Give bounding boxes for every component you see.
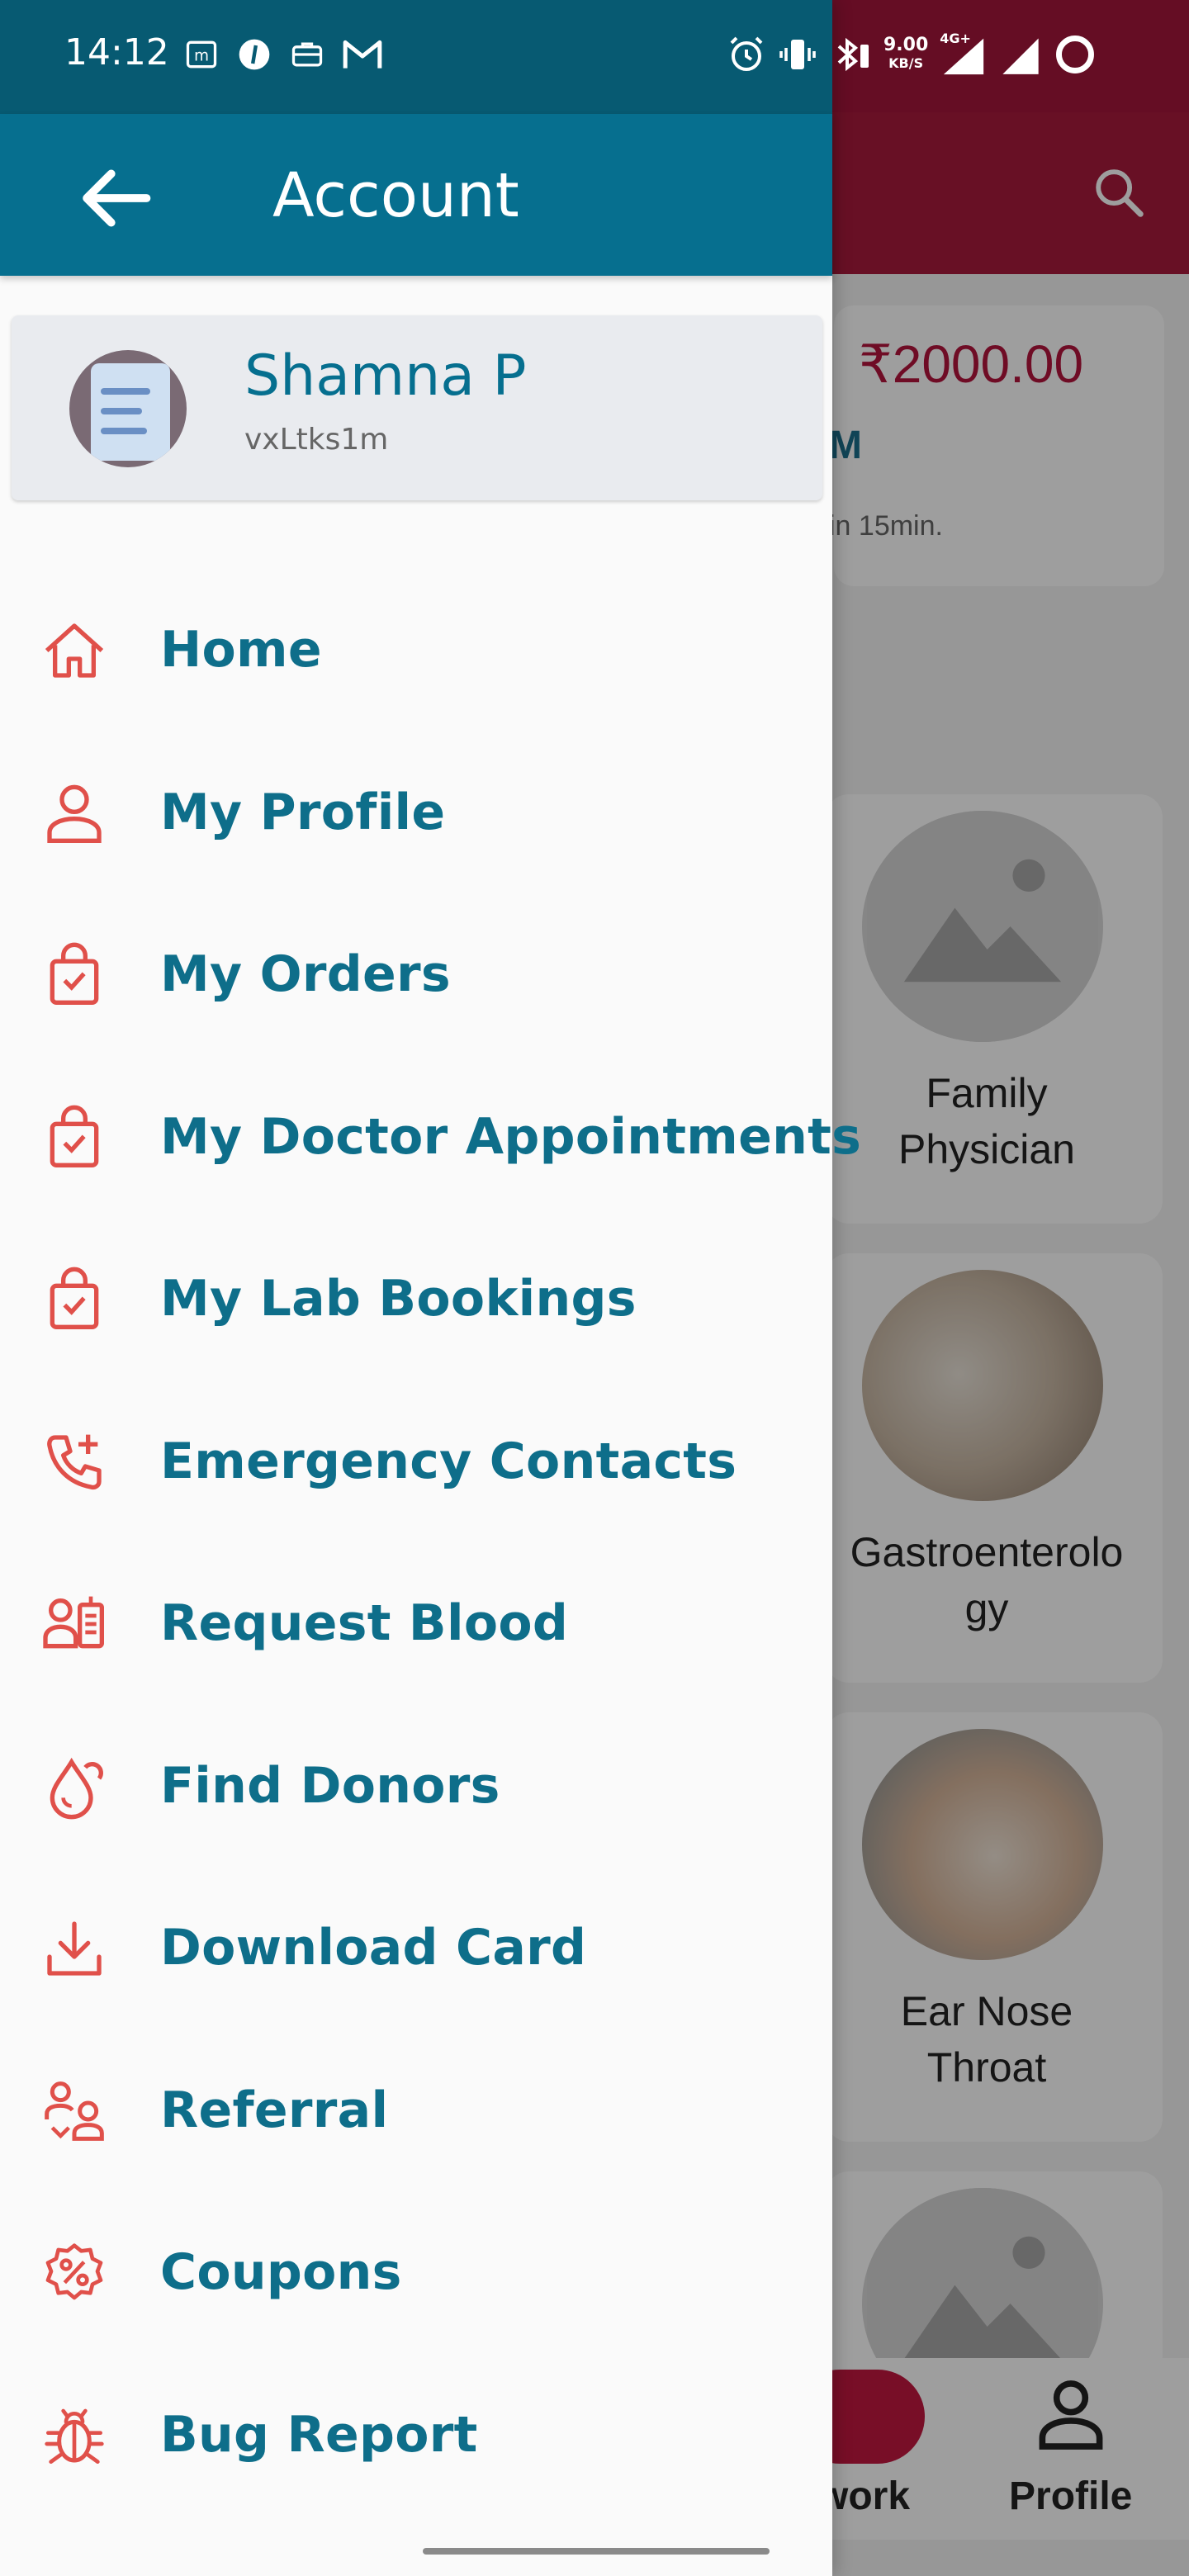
cell-signal-4g-icon: 4G+ [940, 31, 988, 75]
vibrate-icon [779, 40, 816, 69]
gmail-icon [343, 40, 382, 69]
briefcase-icon [291, 42, 323, 67]
profile-user-id: vxLtks1m [244, 423, 389, 457]
home-icon [45, 623, 104, 678]
referral-icon [45, 2081, 104, 2141]
shopping-bag-check-icon [50, 942, 99, 1005]
menu-item-emergency-contacts[interactable]: Emergency Contacts [0, 1409, 832, 1572]
status-bar: 14:12 m 9.00 KB/S 4G+ [0, 0, 1095, 114]
menu-item-request-blood[interactable]: Request Blood [0, 1571, 832, 1734]
phone-plus-icon [47, 1434, 102, 1489]
menu-item-find-donors[interactable]: Find Donors [0, 1734, 832, 1896]
alarm-icon [730, 36, 763, 71]
status-time: 14:12 [64, 31, 169, 73]
arrow-left-icon[interactable] [76, 165, 152, 231]
shopping-bag-check-icon [50, 1105, 99, 1167]
net-speed: 9.00 KB/S [883, 35, 929, 72]
app-bar: Account [0, 114, 832, 276]
blood-request-icon [43, 1596, 104, 1649]
menu-item-label: My Doctor Appointments [160, 1107, 862, 1166]
menu-item-doctor-appointments[interactable]: My Doctor Appointments [0, 1085, 861, 1248]
gesture-navigation-bar[interactable] [423, 2548, 770, 2555]
navigation-drawer: 14:12 m 9.00 KB/S 4G+ Account Shamna P v… [0, 0, 1095, 2576]
menu-item-my-profile[interactable]: My Profile [0, 760, 832, 923]
download-icon [47, 1921, 102, 1976]
menu-item-home[interactable]: Home [0, 598, 832, 760]
menu-item-label: Find Donors [160, 1756, 500, 1815]
avatar [69, 350, 187, 467]
menu-item-my-orders[interactable]: My Orders [0, 922, 832, 1085]
menu-item-coupons[interactable]: Coupons [0, 2220, 832, 2383]
menu-item-bug-report[interactable]: Bug Report [0, 2383, 832, 2545]
bluetooth-battery-icon [837, 37, 869, 72]
menu-item-label: My Profile [160, 783, 446, 841]
menu-item-label: My Lab Bookings [160, 1270, 637, 1328]
app-i-icon [239, 39, 270, 70]
system-status-icons: 9.00 KB/S 4G+ [727, 30, 1097, 79]
svg-text:m: m [194, 47, 209, 64]
profile-card[interactable]: Shamna P vxLtks1m [12, 315, 822, 500]
menu-item-label: Referral [160, 2081, 389, 2139]
bug-icon [45, 2408, 104, 2464]
cell-signal-icon [1002, 38, 1039, 74]
blood-drop-icon [50, 1757, 103, 1819]
page-title: Account [272, 160, 519, 231]
menu-item-label: My Orders [160, 945, 451, 1003]
menu-item-label: Home [160, 621, 322, 679]
menu-item-label: Download Card [160, 1919, 587, 1977]
percent-badge-icon [45, 2243, 103, 2300]
app-m-icon: m [186, 40, 217, 69]
notification-icons: m [183, 31, 383, 78]
menu-item-label: Coupons [160, 2243, 402, 2301]
menu-item-label: Bug Report [160, 2405, 478, 2464]
profile-name: Shamna P [244, 343, 527, 409]
shopping-bag-check-icon [50, 1267, 99, 1329]
battery-ring-icon [1056, 36, 1095, 73]
menu-item-label: Emergency Contacts [160, 1432, 737, 1490]
person-icon [47, 784, 102, 843]
menu-item-lab-bookings[interactable]: My Lab Bookings [0, 1247, 832, 1409]
menu-item-download-card[interactable]: Download Card [0, 1896, 832, 2058]
menu-item-label: Request Blood [160, 1594, 569, 1652]
menu-item-referral[interactable]: Referral [0, 2058, 832, 2221]
drawer-menu: Home My Profile My Orders My Doctor Appo… [0, 598, 861, 2545]
